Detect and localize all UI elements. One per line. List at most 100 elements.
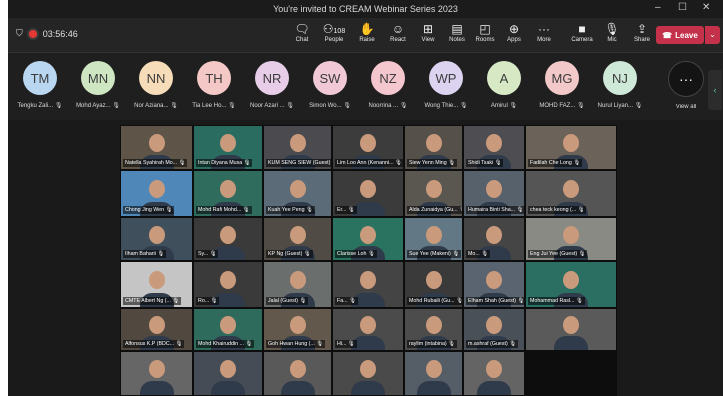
video-tile[interactable] bbox=[526, 309, 616, 350]
video-tile[interactable]: Elham Shah (Guest) 🎙 bbox=[464, 262, 524, 307]
video-tile[interactable]: Mohd Khairuddin ... 🎙 bbox=[194, 309, 262, 350]
maximize-button[interactable]: ☐ bbox=[678, 2, 687, 13]
notes-icon: ▤ bbox=[451, 22, 463, 36]
mic-off-icon: 🎙 bbox=[399, 103, 408, 109]
video-tile[interactable]: Hi... 🎙 bbox=[333, 309, 403, 350]
video-tile[interactable]: Jalal (Guest) 🎙 bbox=[264, 262, 331, 307]
tile-name-label: Eng Jui Yee (Guest) 🎙 bbox=[528, 250, 588, 258]
video-tile[interactable]: Mohd Rubaili (Gu... 🎙 bbox=[405, 262, 462, 307]
leave-options-button[interactable]: ⌄ bbox=[705, 26, 720, 44]
video-tile[interactable]: Chong Jing Wen 🎙 bbox=[121, 171, 192, 216]
apps-button[interactable]: ⊕ Apps bbox=[499, 22, 529, 43]
video-tile[interactable] bbox=[333, 352, 403, 395]
share-button[interactable]: ⇪ Share bbox=[627, 22, 657, 43]
video-tile[interactable]: Sue Yee (Makeni) 🎙 bbox=[405, 218, 462, 260]
close-button[interactable]: ✕ bbox=[702, 2, 710, 13]
video-tile[interactable]: Kuah Yee Peng 🎙 bbox=[264, 171, 331, 216]
video-tile[interactable]: Alda Zunaidya (Gu... 🎙 bbox=[405, 171, 462, 216]
video-tile[interactable] bbox=[121, 352, 192, 395]
video-tile[interactable]: raylim (intabina) 🎙 bbox=[405, 309, 462, 350]
react-button[interactable]: ☺ React bbox=[383, 22, 413, 43]
avatar: NR bbox=[255, 61, 289, 95]
rooms-button[interactable]: ◰ Rooms bbox=[470, 22, 500, 43]
chevron-left-icon: ‹ bbox=[713, 85, 717, 95]
video-tile[interactable] bbox=[264, 352, 331, 395]
meeting-timer: 03:56:46 bbox=[42, 28, 78, 39]
participant-face bbox=[148, 134, 165, 153]
tile-name-label: Lim Loo Ann (Kenanni... 🎙 bbox=[335, 159, 403, 167]
video-tile[interactable]: m.ashraf (Guest) 🎙 bbox=[464, 309, 524, 350]
tile-name-label: Elham Shah (Guest) 🎙 bbox=[466, 297, 524, 305]
video-tile[interactable]: Lim Loo Ann (Kenanni... 🎙 bbox=[333, 126, 403, 169]
video-tile[interactable]: KP Ng (Guest) 🎙 bbox=[264, 218, 331, 260]
participant-name: Wong Thie... 🎙 bbox=[424, 103, 468, 109]
video-tile[interactable]: KUM SENG SIEW (Guest) 🎙 bbox=[264, 126, 331, 169]
participant-name: Amirul 🎙 bbox=[490, 103, 518, 109]
participant-avatar[interactable]: NN Nor Aziana... 🎙 bbox=[130, 61, 182, 109]
shield-icon: ⛉ bbox=[16, 28, 23, 38]
video-tile[interactable]: Natella Syahirah Mo... 🎙 bbox=[121, 126, 192, 169]
leave-button[interactable]: ☎ Leave bbox=[656, 26, 704, 44]
video-tile[interactable]: CMTE Albert Ng (... 🎙 bbox=[121, 262, 192, 307]
participant-avatar[interactable]: TM Tengku Zali... 🎙 bbox=[14, 61, 66, 109]
raise-hand-button[interactable]: ✋ Raise bbox=[352, 22, 382, 43]
chat-button[interactable]: 🗨 Chat bbox=[287, 22, 317, 43]
participant-face bbox=[486, 360, 502, 379]
video-tile[interactable]: Intan Diyana Musa 🎙 bbox=[194, 126, 262, 169]
teams-window: You're invited to CREAM Webinar Series 2… bbox=[8, 0, 723, 396]
tile-name-label: Mo... 🎙 bbox=[466, 250, 490, 258]
video-tile[interactable] bbox=[405, 352, 462, 395]
minimize-button[interactable]: – bbox=[655, 2, 661, 13]
video-tile[interactable]: Fadilah Che Long 🎙 bbox=[526, 126, 616, 169]
mic-button[interactable]: 🎙 Mic bbox=[597, 22, 627, 43]
video-tile[interactable]: Siew Yenn Ming 🎙 bbox=[405, 126, 462, 169]
video-tile[interactable]: Ilham Baharii 🎙 bbox=[121, 218, 192, 260]
mic-off-icon: 🎙 bbox=[509, 341, 516, 347]
mic-off-icon: 🎙 bbox=[573, 160, 581, 166]
participant-avatar[interactable]: NZ Noorrina ... 🎙 bbox=[362, 61, 414, 109]
view-button[interactable]: ⊞ View bbox=[413, 22, 443, 43]
video-tile[interactable]: Mohammad Rasl... 🎙 bbox=[526, 262, 616, 307]
mic-off-icon: 🎙 bbox=[452, 251, 460, 257]
video-tile[interactable] bbox=[464, 352, 524, 395]
view-all-button[interactable]: ··· View all bbox=[660, 61, 712, 110]
participant-avatar[interactable]: MN Mohd Ayaz... 🎙 bbox=[72, 61, 124, 109]
video-tile[interactable]: Shidi Tsaki 🎙 bbox=[464, 126, 524, 169]
people-button[interactable]: ⚇108 People bbox=[319, 22, 349, 43]
participant-avatar[interactable]: SW Simon Wo... 🎙 bbox=[304, 61, 356, 109]
video-tile[interactable]: Fa... 🎙 bbox=[333, 262, 403, 307]
recording-icon bbox=[28, 29, 37, 38]
participant-avatar[interactable]: MG MOHD FAZ... 🎙 bbox=[536, 61, 588, 109]
video-tile[interactable]: Sy... 🎙 bbox=[194, 218, 262, 260]
video-grid: Natella Syahirah Mo... 🎙 Intan Diyana Mus… bbox=[120, 125, 617, 396]
participant-body bbox=[416, 381, 451, 395]
participant-avatar[interactable]: WP Wong Thie... 🎙 bbox=[420, 61, 472, 109]
video-tile[interactable]: Eng Jui Yee (Guest) 🎙 bbox=[526, 218, 616, 260]
video-tile[interactable] bbox=[194, 352, 262, 395]
video-tile[interactable]: Alfonsus K.P (BDC... 🎙 bbox=[121, 309, 192, 350]
camera-button[interactable]: ■ Camera bbox=[567, 22, 597, 43]
video-tile[interactable]: Clarisse Loh 🎙 bbox=[333, 218, 403, 260]
participant-avatar[interactable]: NR Noor Azari ... 🎙 bbox=[246, 61, 298, 109]
participant-face bbox=[289, 271, 306, 289]
more-button[interactable]: ··· More bbox=[529, 22, 559, 43]
notes-button[interactable]: ▤ Notes bbox=[442, 22, 472, 43]
video-tile[interactable]: Goh Hwan Hung (... 🎙 bbox=[264, 309, 331, 350]
video-tile[interactable]: Mo... 🎙 bbox=[464, 218, 524, 260]
video-tile[interactable]: Humaira Binti Sha... 🎙 bbox=[464, 171, 524, 216]
participant-avatar[interactable]: NJ Nurul Liyan... 🎙 bbox=[594, 61, 646, 109]
video-tile[interactable]: chea teck keong (... 🎙 bbox=[526, 171, 616, 216]
tile-name-label: Hi... 🎙 bbox=[335, 340, 357, 348]
participant-name: Mohd Ayaz... 🎙 bbox=[76, 103, 120, 109]
video-tile[interactable]: Mohd Rafi Mohd... 🎙 bbox=[194, 171, 262, 216]
ellipsis-icon: ··· bbox=[668, 61, 704, 97]
avatar: A bbox=[487, 61, 521, 95]
participant-face bbox=[563, 271, 579, 289]
participant-avatar[interactable]: TH Tia Lee Ho... 🎙 bbox=[188, 61, 240, 109]
strip-expand-button[interactable]: ‹ bbox=[708, 70, 722, 110]
mic-off-icon: 🎙 bbox=[349, 298, 356, 304]
video-tile[interactable]: Ro... 🎙 bbox=[194, 262, 262, 307]
participant-avatar[interactable]: A Amirul 🎙 bbox=[478, 61, 530, 109]
video-tile[interactable]: Er... 🎙 bbox=[333, 171, 403, 216]
participant-face bbox=[563, 225, 579, 244]
